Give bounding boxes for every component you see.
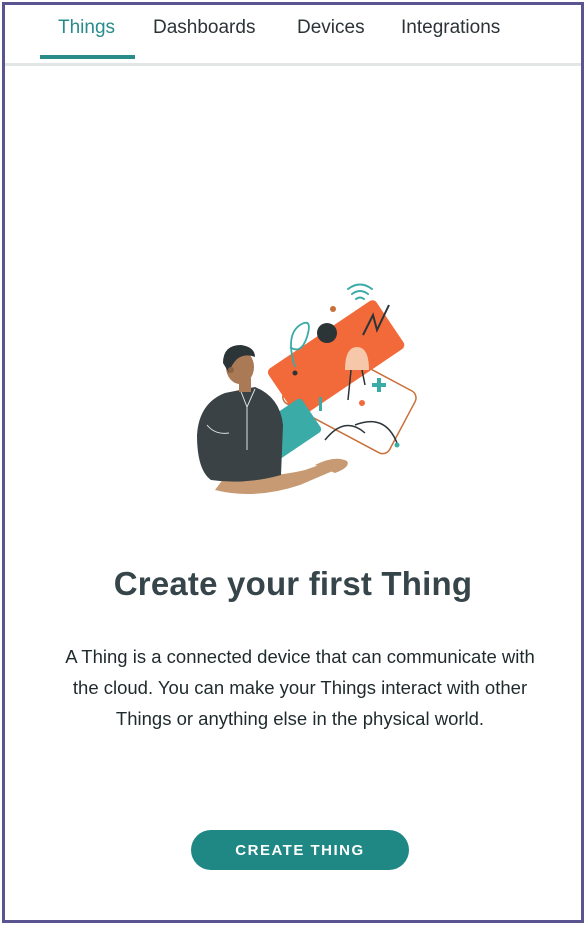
tab-bar: Things Dashboards Devices Integrations bbox=[5, 5, 581, 66]
tab-dashboards[interactable]: Dashboards bbox=[153, 17, 255, 47]
tab-integrations[interactable]: Integrations bbox=[401, 17, 500, 47]
tab-devices[interactable]: Devices bbox=[297, 17, 365, 47]
active-tab-indicator bbox=[40, 55, 135, 59]
illustration-svg bbox=[197, 283, 417, 494]
empty-state-title: Create your first Thing bbox=[113, 565, 473, 602]
create-thing-button[interactable]: CREATE THING bbox=[191, 830, 409, 870]
empty-state-description: A Thing is a connected device that can c… bbox=[65, 646, 535, 729]
app-frame: Things Dashboards Devices Integrations C… bbox=[2, 2, 584, 923]
tab-things[interactable]: Things bbox=[58, 17, 115, 47]
wifi-icon bbox=[347, 283, 373, 300]
person-holding-device-illustration bbox=[185, 275, 425, 507]
